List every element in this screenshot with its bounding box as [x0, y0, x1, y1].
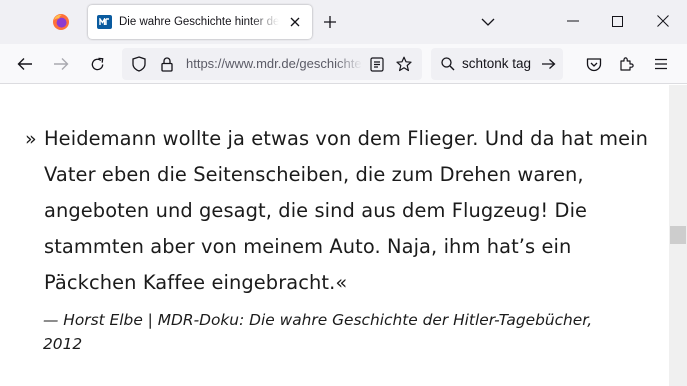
maximize-window-icon[interactable]: [606, 10, 628, 32]
reload-icon[interactable]: [85, 52, 109, 76]
navigation-toolbar: https://www.mdr.de/geschichte schtonk ta…: [0, 44, 687, 84]
firefox-view-button[interactable]: [50, 11, 72, 33]
url-text[interactable]: https://www.mdr.de/geschichte: [186, 55, 362, 73]
quote-text: Heidemann wollte ja etwas von dem Fliege…: [44, 121, 654, 301]
page-content: » Heidemann wollte ja etwas von dem Flie…: [0, 85, 669, 386]
pocket-icon[interactable]: [582, 52, 606, 76]
firefox-logo-icon: [53, 14, 69, 30]
lock-icon[interactable]: [158, 55, 176, 73]
quote-line: Vater eben die Seitenscheiben, die zum D…: [44, 163, 584, 186]
quote-line: stammten aber von meinem Auto. Naja, ihm…: [44, 235, 572, 258]
quote-line: Heidemann wollte ja etwas von dem Fliege…: [44, 127, 649, 150]
extensions-puzzle-icon[interactable]: [615, 52, 639, 76]
list-all-tabs-chevron-down-icon[interactable]: [478, 12, 498, 32]
quote-line: Päckchen Kaffee eingebracht.«: [44, 271, 348, 294]
search-input[interactable]: schtonk tag: [462, 55, 540, 73]
address-bar[interactable]: https://www.mdr.de/geschichte: [122, 48, 422, 80]
search-bar[interactable]: schtonk tag: [431, 48, 563, 80]
mdr-favicon-icon: [97, 15, 112, 29]
search-go-arrow-icon[interactable]: [539, 55, 557, 73]
quote-open-mark: »: [25, 128, 37, 150]
source-line: 2012: [43, 335, 83, 353]
close-window-icon[interactable]: [652, 10, 674, 32]
reader-view-icon[interactable]: [368, 55, 386, 73]
back-arrow-icon[interactable]: [13, 52, 37, 76]
scrollbar-thumb[interactable]: [670, 226, 686, 244]
new-tab-icon[interactable]: [320, 12, 340, 32]
bookmark-star-icon[interactable]: [395, 55, 413, 73]
tab-strip: Die wahre Geschichte hinter der Fälschun…: [0, 0, 687, 44]
quote-source: — Horst Elbe | MDR-Doku: Die wahre Gesch…: [43, 308, 653, 356]
active-tab[interactable]: Die wahre Geschichte hinter der Fälschun…: [88, 5, 312, 39]
close-tab-icon[interactable]: [286, 13, 304, 31]
menu-hamburger-icon[interactable]: [649, 52, 673, 76]
minimize-window-icon[interactable]: [562, 10, 584, 32]
source-line: — Horst Elbe | MDR-Doku: Die wahre Gesch…: [43, 311, 593, 329]
quote-line: angeboten und gesagt, die sind aus dem F…: [44, 199, 588, 222]
forward-arrow-icon[interactable]: [49, 52, 73, 76]
tab-title: Die wahre Geschichte hinter der Fälschun…: [119, 16, 279, 28]
search-icon: [439, 55, 457, 73]
tracking-protection-shield-icon[interactable]: [130, 55, 148, 73]
